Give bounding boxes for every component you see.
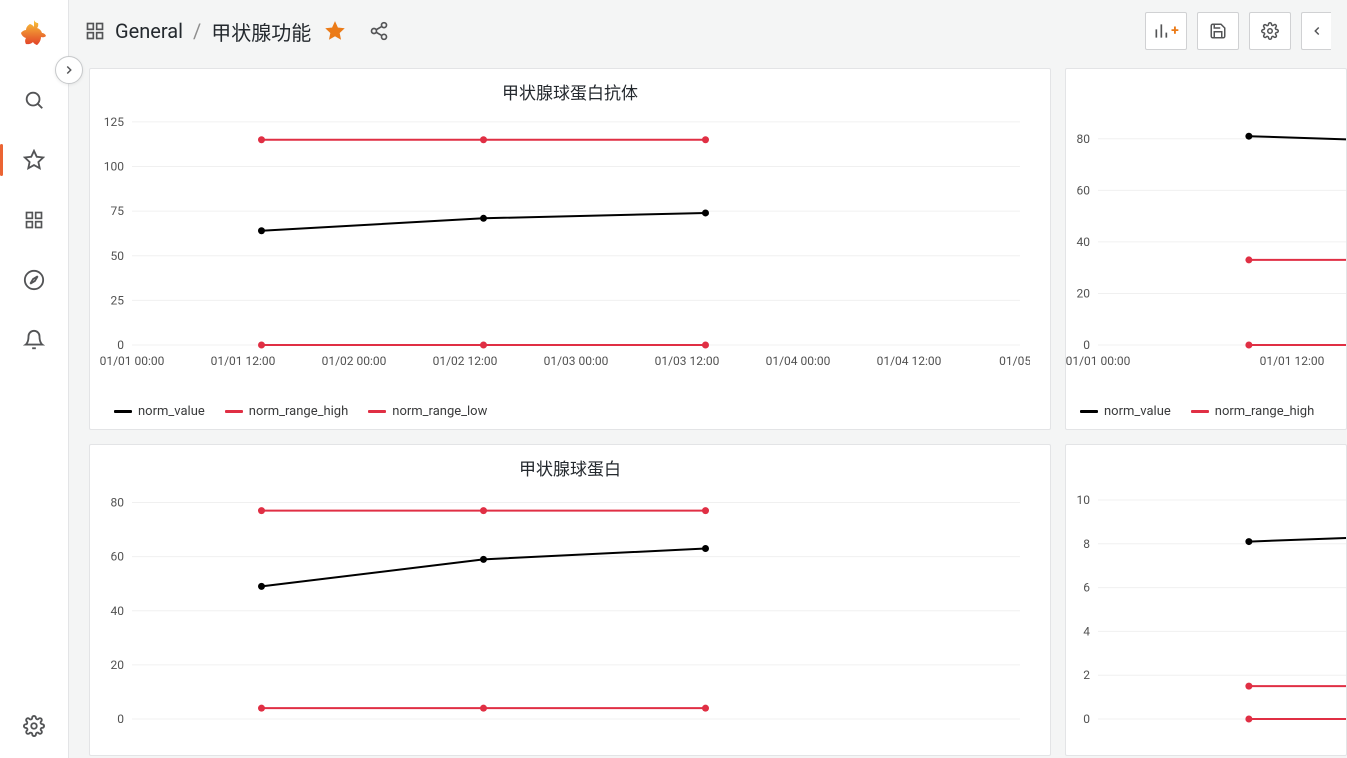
svg-text:01/03 00:00: 01/03 00:00 [544, 354, 609, 368]
svg-text:01/01 12:00: 01/01 12:00 [211, 354, 276, 368]
chart[interactable]: 0 20 40 60 80 [90, 481, 1050, 749]
breadcrumb: General / 甲状腺功能 [85, 17, 389, 46]
nav-starred[interactable] [14, 140, 54, 180]
panel-title [1066, 445, 1346, 481]
panel-title: 甲状腺球蛋白 [90, 445, 1050, 481]
legend: norm_value norm_range_high [1080, 404, 1314, 419]
content: 甲状腺球蛋白抗体 025507510012501/01 00:0001/01 1… [69, 62, 1347, 758]
svg-text:125: 125 [104, 115, 124, 129]
svg-text:20: 20 [1077, 286, 1091, 300]
svg-text:0: 0 [1083, 712, 1090, 726]
svg-text:01/01 12:00: 01/01 12:00 [1260, 354, 1325, 368]
legend-value[interactable]: norm_value [138, 404, 205, 419]
nav-settings[interactable] [14, 706, 54, 746]
panel-title: 甲状腺球蛋白抗体 [90, 69, 1050, 105]
svg-text:40: 40 [1077, 235, 1091, 249]
svg-text:01/04 00:00: 01/04 00:00 [766, 354, 831, 368]
settings-button[interactable] [1249, 12, 1291, 50]
panel-p3[interactable]: 甲状腺球蛋白 0 20 40 60 80 [89, 444, 1051, 756]
nav-search[interactable] [14, 80, 54, 120]
star-icon[interactable] [325, 21, 345, 41]
breadcrumb-folder[interactable]: General [115, 19, 183, 43]
panel-title [1066, 69, 1346, 105]
svg-text:0: 0 [1083, 338, 1090, 352]
svg-text:01/01 00:00: 01/01 00:00 [1066, 354, 1131, 368]
legend-high[interactable]: norm_range_high [1215, 404, 1315, 419]
legend: norm_value norm_range_high norm_range_lo… [114, 404, 487, 419]
nav-dashboards[interactable] [14, 200, 54, 240]
chart[interactable]: 0 2 4 6 8 10 [1066, 481, 1346, 749]
sidebar [0, 0, 69, 758]
svg-text:01/02 00:00: 01/02 00:00 [322, 354, 387, 368]
legend-high[interactable]: norm_range_high [249, 404, 349, 419]
svg-text:100: 100 [104, 160, 124, 174]
panel-p4[interactable]: 0 2 4 6 8 10 [1065, 444, 1347, 756]
nav-alerting[interactable] [14, 320, 54, 360]
svg-text:80: 80 [1077, 132, 1091, 146]
svg-text:25: 25 [111, 293, 125, 307]
save-button[interactable] [1197, 12, 1239, 50]
legend-value[interactable]: norm_value [1104, 404, 1171, 419]
grafana-logo[interactable] [18, 18, 50, 50]
svg-text:20: 20 [111, 658, 125, 672]
svg-text:60: 60 [1077, 183, 1091, 197]
breadcrumb-title[interactable]: 甲状腺功能 [211, 17, 311, 46]
home-icon[interactable] [85, 21, 105, 41]
add-panel-button[interactable]: + [1145, 12, 1187, 50]
svg-text:50: 50 [111, 249, 125, 263]
share-icon[interactable] [369, 21, 389, 41]
svg-text:75: 75 [111, 204, 125, 218]
svg-text:01/01 00:00: 01/01 00:00 [100, 354, 165, 368]
svg-text:40: 40 [111, 604, 125, 618]
svg-text:0: 0 [117, 712, 124, 726]
sidebar-expand-button[interactable] [55, 56, 83, 84]
svg-text:4: 4 [1083, 624, 1090, 638]
panel-p2[interactable]: 02040608001/01 00:0001/01 12:0001/02 0 n… [1065, 68, 1347, 430]
legend-low[interactable]: norm_range_low [392, 404, 487, 419]
svg-text:80: 80 [111, 496, 125, 510]
topbar-actions: + [1145, 12, 1331, 50]
svg-text:01/03 12:00: 01/03 12:00 [655, 354, 720, 368]
svg-text:6: 6 [1083, 581, 1090, 595]
svg-text:01/02 12:00: 01/02 12:00 [433, 354, 498, 368]
chart[interactable]: 02040608001/01 00:0001/01 12:0001/02 0 [1066, 105, 1346, 375]
topbar: General / 甲状腺功能 + [69, 0, 1347, 62]
time-prev-button[interactable] [1301, 12, 1331, 50]
svg-text:01/04 12:00: 01/04 12:00 [877, 354, 942, 368]
nav-explore[interactable] [14, 260, 54, 300]
svg-text:0: 0 [117, 338, 124, 352]
svg-text:2: 2 [1083, 668, 1090, 682]
breadcrumb-separator: / [193, 19, 201, 43]
svg-text:01/05 0: 01/05 0 [999, 354, 1030, 368]
chart[interactable]: 0 25 50 75 100 125 01/01 00:00 01/01 12:00 01/02… [90, 105, 1050, 375]
svg-text:60: 60 [111, 550, 125, 564]
svg-text:10: 10 [1077, 493, 1091, 507]
panel-p1[interactable]: 甲状腺球蛋白抗体 0 25 50 75 100 125 01/01 00:00 01/01 1… [89, 68, 1051, 430]
svg-text:8: 8 [1083, 537, 1090, 551]
